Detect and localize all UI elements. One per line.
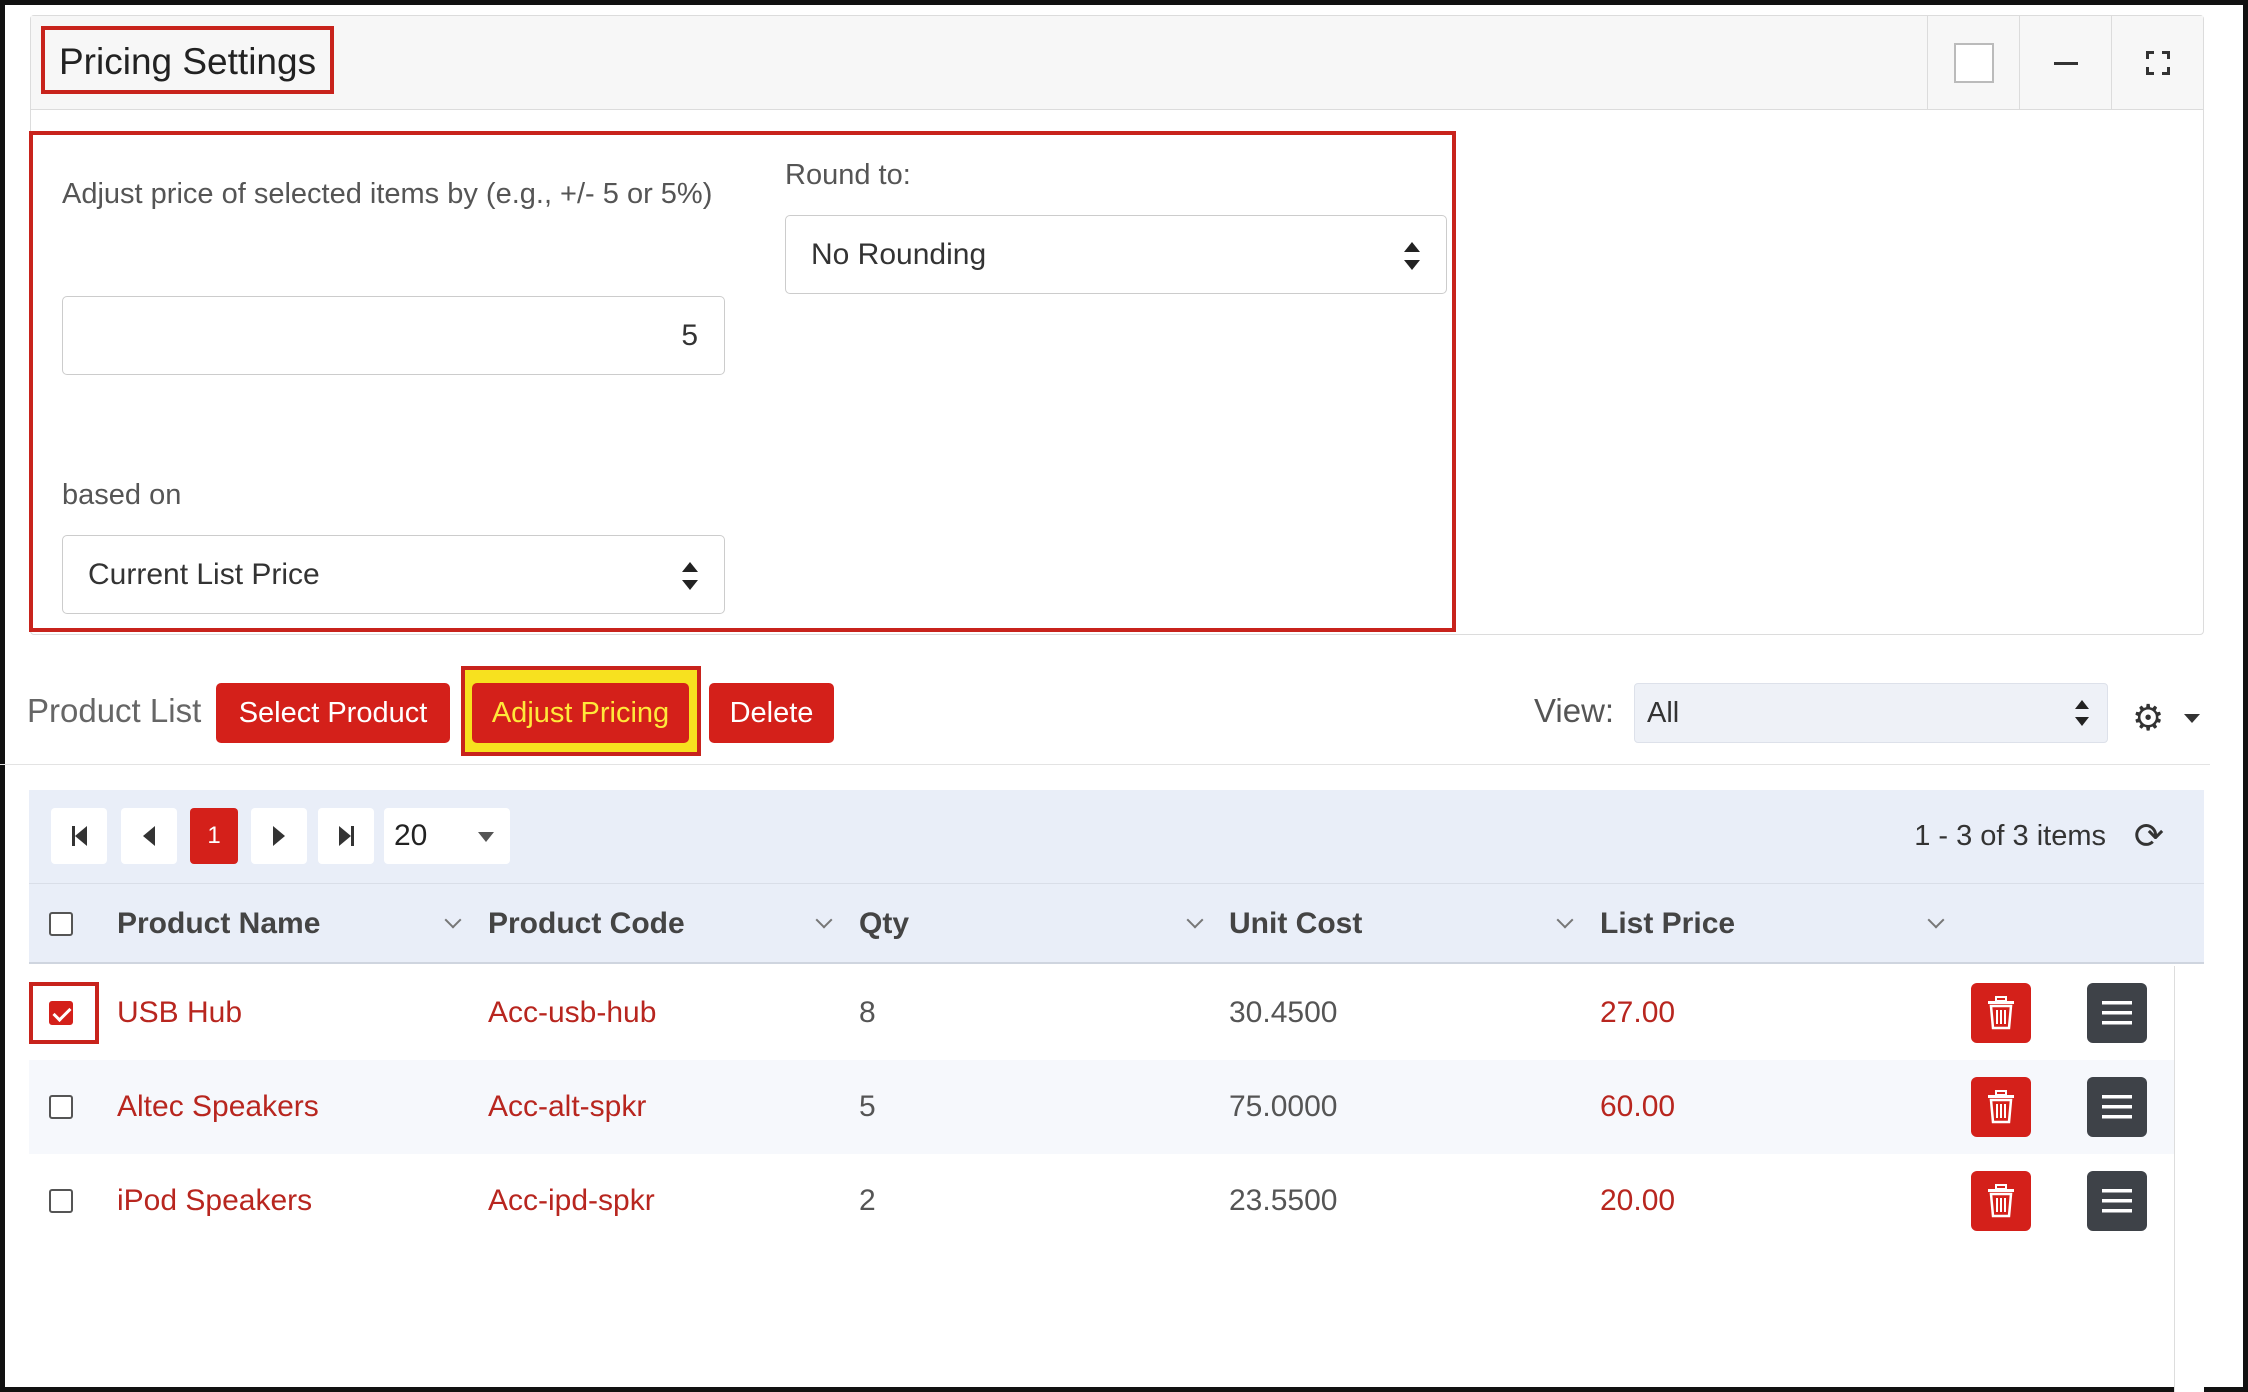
next-page-icon bbox=[273, 826, 285, 846]
prev-page-button[interactable] bbox=[121, 808, 177, 864]
product-code-link[interactable]: Acc-alt-spkr bbox=[488, 1060, 646, 1154]
product-code-link[interactable]: Acc-usb-hub bbox=[488, 966, 656, 1060]
product-list-title: Product List bbox=[27, 692, 202, 729]
column-header-product-code[interactable]: Product Code bbox=[488, 884, 858, 964]
minimize-button[interactable] bbox=[2019, 16, 2111, 110]
panel-title: Pricing Settings bbox=[41, 26, 335, 94]
chevron-down-icon[interactable] bbox=[1927, 911, 1945, 929]
last-page-button[interactable] bbox=[318, 808, 374, 864]
round-to-label: Round to: bbox=[785, 159, 911, 191]
chevron-down-icon[interactable] bbox=[1186, 911, 1204, 929]
product-code-link[interactable]: Acc-ipd-spkr bbox=[488, 1154, 655, 1248]
square-icon bbox=[1953, 43, 1994, 83]
panel-checkbox-button[interactable] bbox=[1927, 16, 2019, 110]
first-page-button[interactable] bbox=[51, 808, 107, 864]
chevron-down-icon[interactable] bbox=[815, 911, 833, 929]
table-row: iPod Speakers Acc-ipd-spkr 2 23.5500 20.… bbox=[29, 1154, 2174, 1248]
delete-row-button[interactable] bbox=[1971, 983, 2031, 1043]
column-header-unit-cost[interactable]: Unit Cost bbox=[1229, 884, 1599, 964]
trash-icon bbox=[1988, 1184, 2014, 1218]
list-price-cell[interactable]: 20.00 bbox=[1600, 1154, 1675, 1248]
product-name-link[interactable]: USB Hub bbox=[117, 966, 242, 1060]
round-to-value: No Rounding bbox=[811, 238, 987, 271]
minimize-icon bbox=[2053, 61, 2078, 65]
last-page-icon bbox=[338, 826, 351, 846]
select-product-button[interactable]: Select Product bbox=[216, 683, 450, 743]
pager: 1 20 1 - 3 of 3 items ⟳ bbox=[29, 790, 2204, 884]
unit-cost-cell: 23.5500 bbox=[1229, 1184, 1338, 1217]
product-name-link[interactable]: iPod Speakers bbox=[117, 1154, 312, 1248]
delete-row-button[interactable] bbox=[1971, 1077, 2031, 1137]
current-page-button[interactable]: 1 bbox=[190, 808, 238, 864]
product-grid: 1 20 1 - 3 of 3 items ⟳ Product Name Pro… bbox=[29, 790, 2204, 1392]
column-header-qty[interactable]: Qty bbox=[859, 884, 1229, 964]
row-checkbox-highlight bbox=[29, 982, 99, 1044]
trash-icon bbox=[1988, 1090, 2014, 1124]
table-row: Altec Speakers Acc-alt-spkr 5 75.0000 60… bbox=[29, 1060, 2174, 1154]
column-header-product-name[interactable]: Product Name bbox=[117, 884, 487, 964]
view-select-value: All bbox=[1647, 697, 1680, 729]
maximize-icon bbox=[2145, 51, 2170, 75]
caret-down-icon bbox=[478, 832, 494, 842]
prev-page-icon bbox=[143, 826, 155, 846]
caret-down-icon[interactable] bbox=[2184, 714, 2200, 723]
select-arrows-icon bbox=[1404, 242, 1420, 270]
select-arrows-icon bbox=[682, 562, 698, 590]
column-header-list-price[interactable]: List Price bbox=[1600, 884, 1970, 964]
pager-info: 1 - 3 of 3 items bbox=[1914, 820, 2106, 852]
maximize-button[interactable] bbox=[2111, 16, 2203, 110]
select-all-checkbox[interactable] bbox=[49, 912, 73, 936]
delete-row-button[interactable] bbox=[1971, 1171, 2031, 1231]
qty-cell: 8 bbox=[859, 996, 876, 1029]
adjust-price-label: Adjust price of selected items by (e.g.,… bbox=[62, 178, 713, 210]
row-menu-button[interactable] bbox=[2087, 1171, 2147, 1231]
round-to-select[interactable]: No Rounding bbox=[785, 215, 1447, 294]
list-price-cell[interactable]: 60.00 bbox=[1600, 1060, 1675, 1154]
adjust-pricing-button[interactable]: Adjust Pricing bbox=[472, 683, 689, 743]
table-row: USB Hub Acc-usb-hub 8 30.4500 27.00 bbox=[29, 966, 2174, 1060]
panel-header: Pricing Settings bbox=[31, 16, 2203, 110]
chevron-down-icon[interactable] bbox=[444, 911, 462, 929]
divider bbox=[0, 764, 2210, 765]
view-label: View: bbox=[1534, 692, 1615, 729]
gear-icon[interactable]: ⚙ bbox=[2132, 700, 2164, 736]
row-checkbox[interactable] bbox=[49, 1095, 73, 1119]
view-select[interactable]: All bbox=[1634, 683, 2108, 743]
row-menu-button[interactable] bbox=[2087, 983, 2147, 1043]
row-menu-button[interactable] bbox=[2087, 1077, 2147, 1137]
qty-cell: 2 bbox=[859, 1184, 876, 1217]
adjust-price-input[interactable]: 5 bbox=[62, 296, 725, 375]
hamburger-icon bbox=[2102, 1001, 2132, 1025]
page-size-value: 20 bbox=[394, 819, 428, 852]
hamburger-icon bbox=[2102, 1189, 2132, 1213]
based-on-value: Current List Price bbox=[88, 558, 320, 591]
row-checkbox[interactable] bbox=[49, 1189, 73, 1213]
unit-cost-cell: 75.0000 bbox=[1229, 1090, 1338, 1123]
based-on-select[interactable]: Current List Price bbox=[62, 535, 725, 614]
list-price-cell[interactable]: 27.00 bbox=[1600, 966, 1675, 1060]
qty-cell: 5 bbox=[859, 1090, 876, 1123]
trash-icon bbox=[1988, 996, 2014, 1030]
unit-cost-cell: 30.4500 bbox=[1229, 996, 1338, 1029]
page-size-select[interactable]: 20 bbox=[384, 808, 510, 864]
chevron-down-icon[interactable] bbox=[1556, 911, 1574, 929]
product-name-link[interactable]: Altec Speakers bbox=[117, 1060, 319, 1154]
delete-button[interactable]: Delete bbox=[709, 683, 834, 743]
select-arrows-icon bbox=[2075, 700, 2089, 726]
refresh-icon[interactable]: ⟳ bbox=[2134, 816, 2164, 856]
vertical-scrollbar[interactable] bbox=[2174, 966, 2204, 1392]
next-page-button[interactable] bbox=[251, 808, 307, 864]
hamburger-icon bbox=[2102, 1095, 2132, 1119]
based-on-label: based on bbox=[62, 479, 182, 511]
table-header: Product Name Product Code Qty Unit Cost … bbox=[29, 884, 2204, 964]
